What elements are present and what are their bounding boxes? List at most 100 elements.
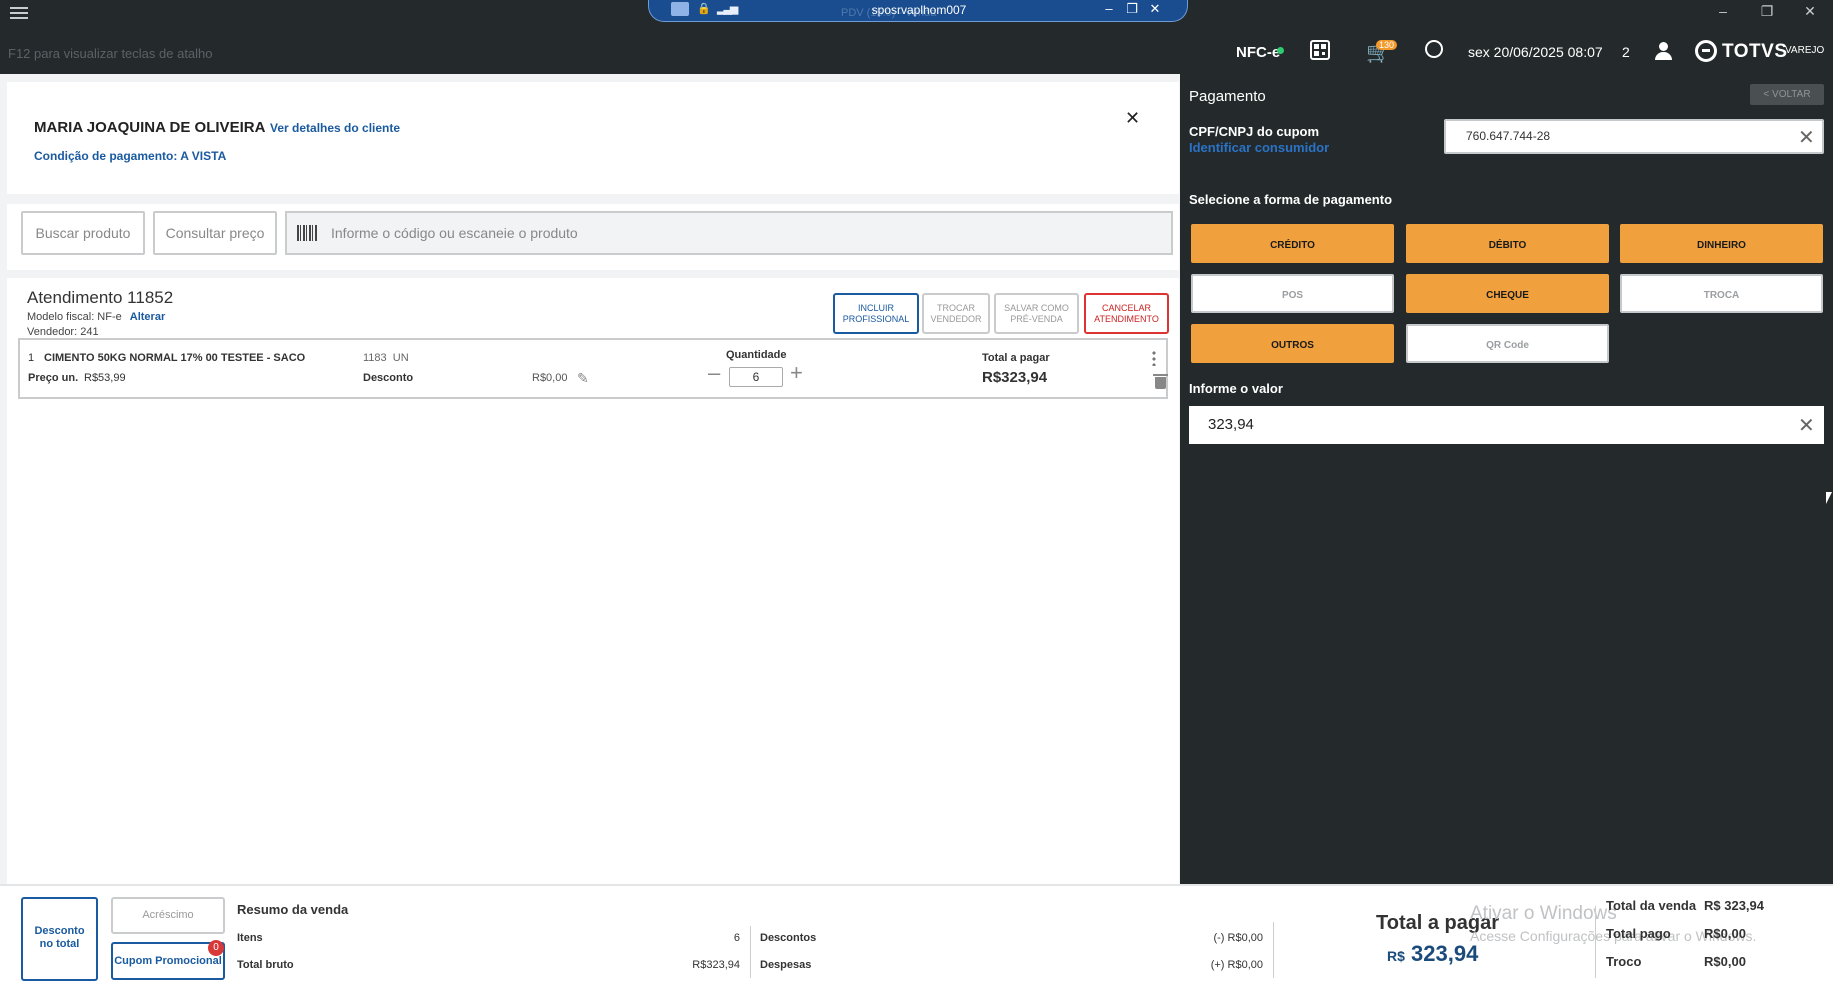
sale-item-row: 1 CIMENTO 50KG NORMAL 17% 00 TESTEE - SA… bbox=[18, 338, 1168, 399]
payment-condition: Condição de pagamento: A VISTA bbox=[34, 149, 227, 163]
globe-icon[interactable] bbox=[1425, 40, 1443, 58]
increase-quantity-icon[interactable]: + bbox=[790, 361, 803, 385]
discount-value: R$0,00 bbox=[532, 372, 568, 384]
item-total: R$323,94 bbox=[982, 369, 1048, 386]
btn-line: Desconto bbox=[34, 925, 85, 937]
payment-credito-button[interactable]: CRÉDITO bbox=[1191, 224, 1394, 263]
payment-dinheiro-button[interactable]: DINHEIRO bbox=[1620, 224, 1823, 263]
customer-details-link[interactable]: Ver detalhes do cliente bbox=[270, 121, 400, 135]
descontos-label: Descontos bbox=[760, 932, 817, 944]
user-icon[interactable] bbox=[1654, 42, 1672, 60]
summary-divider bbox=[1273, 922, 1274, 978]
quantity-label: Quantidade bbox=[726, 349, 787, 361]
acrescimo-button[interactable]: Acréscimo bbox=[111, 897, 225, 934]
btn-line: PROFISSIONAL bbox=[842, 313, 910, 324]
product-code-placeholder: Informe o código ou escaneie o produto bbox=[331, 225, 578, 241]
summary-title: Resumo da venda bbox=[237, 902, 349, 917]
btn-line: ATENDIMENTO bbox=[1094, 313, 1159, 324]
voltar-button[interactable]: < VOLTAR bbox=[1750, 84, 1824, 105]
value-label: Informe o valor bbox=[1189, 381, 1283, 396]
window-minimize-icon[interactable]: – bbox=[1712, 3, 1734, 19]
summary-divider bbox=[1595, 906, 1596, 978]
fiscal-model-row: Modelo fiscal: NF-e Alterar bbox=[27, 311, 165, 323]
payment-value-input[interactable]: 323,94 bbox=[1189, 406, 1824, 444]
currency: R$ bbox=[1387, 948, 1405, 964]
trocar-vendedor-button[interactable]: TROCAR VENDEDOR bbox=[922, 293, 990, 334]
payment-qrcode-button[interactable]: QR Code bbox=[1406, 324, 1609, 363]
remote-close-icon[interactable]: ✕ bbox=[1147, 1, 1163, 17]
total-pago-label: Total pago bbox=[1606, 926, 1671, 941]
nfce-label: NFC-e bbox=[1236, 44, 1281, 61]
total-bruto-label: Total bruto bbox=[237, 959, 294, 971]
window-restore-icon[interactable]: ❐ bbox=[1756, 3, 1778, 20]
window-close-icon[interactable]: ✕ bbox=[1799, 3, 1821, 20]
btn-line: TROCAR bbox=[936, 302, 975, 313]
incluir-profissional-button[interactable]: INCLUIR PROFISSIONAL bbox=[833, 293, 919, 334]
close-customer-icon[interactable]: ✕ bbox=[1125, 108, 1140, 129]
payment-pos-button[interactable]: POS bbox=[1191, 274, 1394, 313]
seller: Vendedor: 241 bbox=[27, 326, 99, 338]
alterar-link[interactable]: Alterar bbox=[130, 311, 165, 323]
cpf-input[interactable]: 760.647.744-28 bbox=[1444, 119, 1824, 154]
payment-panel: Pagamento < VOLTAR CPF/CNPJ do cupom Ide… bbox=[1180, 74, 1833, 884]
btn-line: SALVAR COMO bbox=[1004, 302, 1069, 313]
total-a-pagar-value: R$ 323,94 bbox=[1387, 941, 1478, 967]
remote-desktop-bar: 🔒 ▂▃▅ PDV (15.0) - Venda sposrvaplhom007… bbox=[648, 0, 1188, 22]
btn-line: no total bbox=[39, 938, 80, 950]
mouse-cursor-icon bbox=[1826, 492, 1832, 504]
itens-value: 6 bbox=[733, 932, 740, 944]
trash-icon[interactable] bbox=[1153, 374, 1168, 389]
barcode-icon bbox=[297, 225, 317, 241]
attendance-panel: Atendimento 11852 Modelo fiscal: NF-e Alt… bbox=[7, 278, 1179, 884]
payment-method-label: Selecione a forma de pagamento bbox=[1189, 192, 1393, 207]
item-total-label: Total a pagar bbox=[982, 352, 1050, 364]
troco-label: Troco bbox=[1606, 954, 1642, 969]
consultar-preco-button[interactable]: Consultar preço bbox=[153, 211, 277, 255]
fiscal-model: Modelo fiscal: NF-e bbox=[27, 311, 122, 323]
attendance-title: Atendimento 11852 bbox=[27, 288, 174, 307]
hamburger-menu-icon[interactable] bbox=[10, 4, 28, 22]
session-counter: 2 bbox=[1622, 44, 1630, 60]
troco-value: R$0,00 bbox=[1704, 954, 1746, 969]
quantity-input[interactable]: 6 bbox=[729, 367, 783, 387]
sale-summary-bar: Desconto no total Acréscimo Cupom Promoci… bbox=[0, 884, 1833, 990]
clear-value-icon[interactable]: ✕ bbox=[1798, 413, 1815, 438]
totvs-logo-icon bbox=[1695, 40, 1717, 62]
btn-line: VENDEDOR bbox=[930, 313, 982, 324]
despesas-value: (+) R$0,00 bbox=[1210, 959, 1263, 971]
clear-cpf-icon[interactable]: ✕ bbox=[1798, 125, 1815, 150]
total-amount: 323,94 bbox=[1411, 941, 1479, 966]
edit-discount-icon[interactable]: ✎ bbox=[577, 370, 589, 387]
cupom-badge: 0 bbox=[208, 940, 224, 956]
despesas-label: Despesas bbox=[760, 959, 812, 971]
top-bar: 🔒 ▂▃▅ PDV (15.0) - Venda sposrvaplhom007… bbox=[0, 0, 1833, 74]
qr-code-icon[interactable] bbox=[1310, 40, 1330, 60]
cpf-label: CPF/CNPJ do cupom bbox=[1189, 124, 1320, 139]
desconto-total-button[interactable]: Desconto no total bbox=[21, 897, 98, 981]
payment-debito-button[interactable]: DÉBITO bbox=[1406, 224, 1609, 263]
remote-minimize-icon[interactable]: – bbox=[1101, 1, 1117, 16]
decrease-quantity-icon[interactable]: – bbox=[708, 361, 720, 385]
shortcut-hint: F12 para visualizar teclas de atalho bbox=[8, 46, 213, 61]
identificar-consumidor-link[interactable]: Identificar consumidor bbox=[1189, 140, 1329, 155]
item-description: CIMENTO 50KG NORMAL 17% 00 TESTEE - SACO bbox=[44, 352, 306, 364]
remote-restore-icon[interactable]: ❐ bbox=[1124, 1, 1140, 17]
brand-subtitle: VAREJO bbox=[1785, 45, 1825, 56]
unit-price: R$53,99 bbox=[84, 372, 126, 384]
sale-panel: MARIA JOAQUINA DE OLIVEIRA Ver detalhes … bbox=[0, 74, 1180, 884]
datetime: sex 20/06/2025 08:07 bbox=[1468, 44, 1603, 60]
cancelar-atendimento-button[interactable]: CANCELAR ATENDIMENTO bbox=[1084, 293, 1169, 334]
customer-card: MARIA JOAQUINA DE OLIVEIRA Ver detalhes … bbox=[7, 82, 1179, 194]
cart-badge: 130 bbox=[1376, 40, 1398, 50]
payment-outros-button[interactable]: OUTROS bbox=[1191, 324, 1394, 363]
item-index: 1 bbox=[28, 352, 35, 364]
more-options-icon[interactable] bbox=[1152, 350, 1156, 366]
payment-cheque-button[interactable]: CHEQUE bbox=[1406, 274, 1609, 313]
product-code-input[interactable]: Informe o código ou escaneie o produto bbox=[285, 211, 1173, 255]
search-row: Buscar produto Consultar preço Informe o… bbox=[7, 204, 1179, 270]
payment-troca-button[interactable]: TROCA bbox=[1620, 274, 1823, 313]
salvar-pre-venda-button[interactable]: SALVAR COMO PRÉ-VENDA bbox=[994, 293, 1079, 334]
customer-name: MARIA JOAQUINA DE OLIVEIRA bbox=[34, 119, 266, 136]
buscar-produto-button[interactable]: Buscar produto bbox=[21, 211, 145, 255]
nfce-status-dot bbox=[1277, 47, 1284, 54]
